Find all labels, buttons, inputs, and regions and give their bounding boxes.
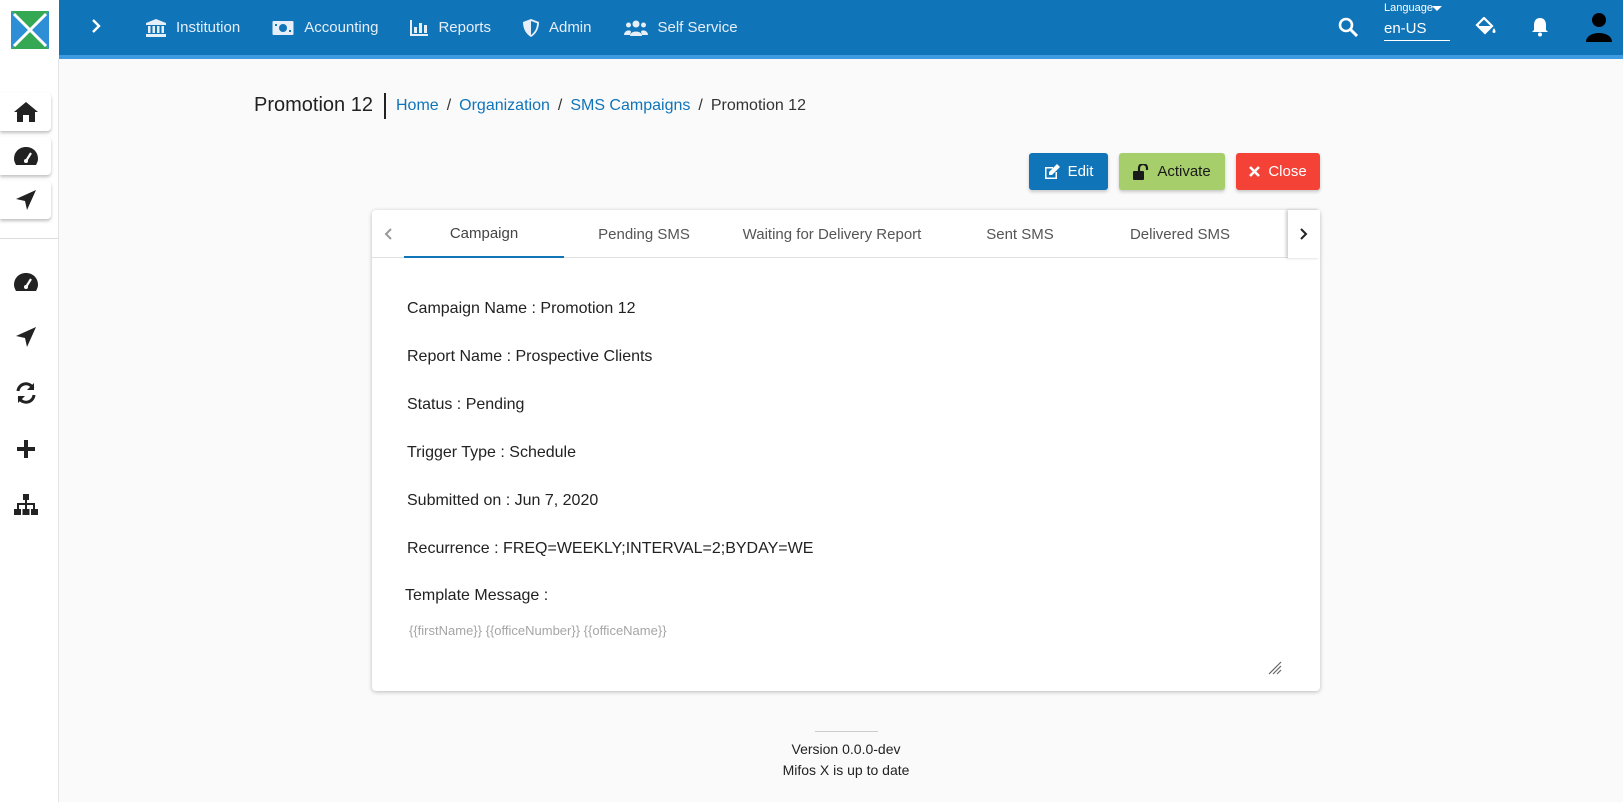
theme-button[interactable] bbox=[1474, 15, 1498, 39]
nav-label: Reports bbox=[438, 19, 491, 36]
breadcrumb-separator: / bbox=[557, 97, 563, 114]
money-icon bbox=[272, 20, 294, 35]
institution-icon bbox=[146, 18, 166, 37]
shield-icon bbox=[522, 18, 539, 37]
edit-label: Edit bbox=[1067, 163, 1094, 180]
search-icon bbox=[1338, 17, 1358, 37]
activate-label: Activate bbox=[1157, 163, 1211, 180]
caret-down-icon bbox=[1432, 6, 1442, 11]
close-label: Close bbox=[1268, 163, 1307, 180]
language-selected: en-US bbox=[1384, 20, 1427, 37]
footer-version: Version 0.0.0-dev bbox=[791, 741, 901, 757]
resize-handle-icon[interactable] bbox=[1268, 661, 1282, 675]
main-nav: Institution Accounting Reports Admin Sel… bbox=[146, 0, 770, 55]
tab-pending-sms[interactable]: Pending SMS bbox=[564, 210, 724, 258]
sidebar-organization-link[interactable] bbox=[12, 491, 40, 519]
close-button[interactable]: Close bbox=[1236, 153, 1320, 190]
nav-label: Admin bbox=[548, 19, 592, 36]
campaign-name: Campaign Name : Promotion 12 bbox=[407, 300, 636, 317]
trigger-type: Trigger Type : Schedule bbox=[407, 444, 576, 461]
close-icon bbox=[1249, 166, 1261, 177]
breadcrumb: Home / Organization / SMS Campaigns / Pr… bbox=[396, 97, 806, 115]
bell-icon bbox=[1532, 18, 1548, 37]
notifications-button[interactable] bbox=[1528, 15, 1552, 39]
language-select[interactable]: Language en-US bbox=[1384, 2, 1450, 41]
footer-status: Mifos X is up to date bbox=[782, 762, 910, 778]
sync-icon bbox=[16, 382, 36, 404]
tab-scroll-left-button[interactable] bbox=[372, 210, 404, 258]
unlock-icon bbox=[1133, 163, 1149, 180]
breadcrumb-separator: / bbox=[698, 97, 703, 114]
language-value: en-US bbox=[1384, 6, 1450, 41]
sidebar bbox=[0, 59, 59, 802]
user-icon bbox=[1586, 13, 1612, 42]
breadcrumb-home[interactable]: Home bbox=[396, 97, 439, 115]
nav-label: Accounting bbox=[304, 19, 379, 36]
tab-campaign[interactable]: Campaign bbox=[404, 210, 564, 258]
title-divider bbox=[384, 93, 386, 119]
sidebar-toggle-button[interactable] bbox=[84, 14, 108, 38]
location-arrow-icon bbox=[16, 327, 36, 347]
edit-icon bbox=[1044, 163, 1060, 179]
chevron-right-icon bbox=[92, 19, 101, 33]
plus-icon bbox=[17, 440, 35, 458]
dashboard-icon bbox=[13, 147, 38, 165]
sidebar-home-button[interactable] bbox=[0, 93, 51, 131]
tab-delivered-sms[interactable]: Delivered SMS bbox=[1100, 210, 1260, 258]
activate-button[interactable]: Activate bbox=[1119, 153, 1225, 190]
tab-waiting-delivery-report[interactable]: Waiting for Delivery Report bbox=[724, 210, 940, 258]
mifos-logo[interactable] bbox=[0, 0, 59, 59]
nav-accounting[interactable]: Accounting bbox=[272, 19, 378, 36]
page-title: Promotion 12 bbox=[254, 94, 373, 116]
bar-chart-icon bbox=[410, 19, 429, 36]
nav-self-service[interactable]: Self Service bbox=[623, 19, 738, 36]
sidebar-dashboard-link[interactable] bbox=[12, 268, 40, 296]
sidebar-divider bbox=[0, 238, 58, 239]
template-message-text[interactable]: {{firstName}} {{officeNumber}} {{officeN… bbox=[409, 623, 667, 638]
nav-admin[interactable]: Admin bbox=[522, 18, 592, 37]
breadcrumb-current: Promotion 12 bbox=[710, 97, 806, 114]
sidebar-navigation-button[interactable] bbox=[0, 181, 51, 219]
user-menu-button[interactable] bbox=[1585, 12, 1613, 42]
location-arrow-icon bbox=[15, 190, 36, 210]
logo-icon bbox=[10, 10, 49, 49]
sidebar-navigation-link[interactable] bbox=[12, 323, 40, 351]
tab-sent-sms[interactable]: Sent SMS bbox=[940, 210, 1100, 258]
tab-scroll-right-button[interactable] bbox=[1288, 210, 1320, 258]
users-icon bbox=[623, 20, 648, 36]
nav-label: Institution bbox=[176, 19, 241, 36]
submitted-on: Submitted on : Jun 7, 2020 bbox=[407, 492, 599, 509]
sidebar-checker-link[interactable] bbox=[12, 379, 40, 407]
breadcrumb-sms-campaigns[interactable]: SMS Campaigns bbox=[570, 97, 690, 115]
template-message-label: Template Message : bbox=[405, 587, 549, 604]
top-bar: Institution Accounting Reports Admin Sel… bbox=[0, 0, 1623, 59]
sidebar-dashboard-button[interactable] bbox=[0, 137, 51, 175]
chevron-left-icon bbox=[384, 228, 392, 240]
dashboard-icon bbox=[14, 273, 38, 291]
chevron-right-icon bbox=[1300, 228, 1308, 240]
edit-button[interactable]: Edit bbox=[1029, 153, 1108, 190]
nav-label: Self Service bbox=[657, 19, 738, 36]
sidebar-create-link[interactable] bbox=[12, 435, 40, 463]
status: Status : Pending bbox=[407, 396, 525, 413]
campaign-card: Campaign Pending SMS Waiting for Deliver… bbox=[372, 210, 1320, 691]
footer-divider bbox=[815, 731, 878, 732]
recurrence: Recurrence : FREQ=WEEKLY;INTERVAL=2;BYDA… bbox=[407, 540, 814, 557]
home-icon bbox=[13, 102, 38, 122]
tab-bar: Campaign Pending SMS Waiting for Deliver… bbox=[372, 210, 1320, 258]
breadcrumb-separator: / bbox=[446, 97, 452, 114]
search-button[interactable] bbox=[1336, 15, 1360, 39]
nav-institution[interactable]: Institution bbox=[146, 18, 241, 37]
report-name: Report Name : Prospective Clients bbox=[407, 348, 653, 365]
breadcrumb-organization[interactable]: Organization bbox=[459, 97, 550, 115]
sitemap-icon bbox=[14, 494, 38, 515]
nav-reports[interactable]: Reports bbox=[410, 19, 491, 36]
paint-bucket-icon bbox=[1475, 17, 1496, 35]
